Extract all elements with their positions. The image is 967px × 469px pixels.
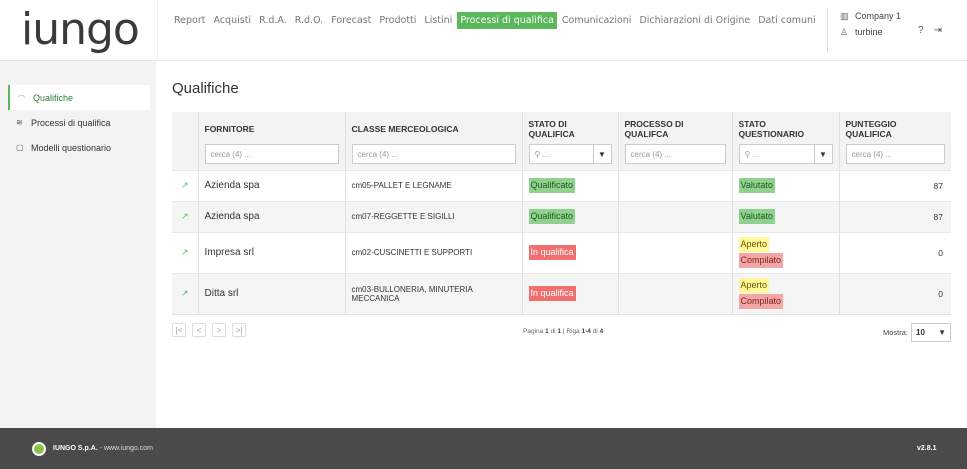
table-row: ↗ Azienda spa cm07-REGGETTE E SIGILLI Qu… (172, 200, 951, 232)
open-link-icon[interactable]: ↗ (181, 288, 189, 298)
nav-item-forecast[interactable]: Forecast (328, 12, 374, 29)
filter-punteggio[interactable]: cerca (4) ... (845, 144, 945, 164)
nav-item-dati-comuni[interactable]: Dati comuni (755, 12, 819, 29)
chevron-down-icon[interactable]: ▼ (813, 145, 832, 163)
cell-process (618, 169, 733, 201)
nav-item-processi-qualifica[interactable]: Processi di qualifica (457, 12, 557, 29)
sidebar-item-processi-qualifica[interactable]: ≋ Processi di qualifica (8, 110, 150, 135)
column-header-fornitore[interactable]: FORNITORE (205, 118, 339, 140)
nav-item-rdo[interactable]: R.d.O. (292, 12, 326, 29)
top-header: iungo Report Acquisti R.d.A. R.d.O. Fore… (0, 0, 967, 61)
qualifications-table: FORNITORE cerca (4) ... CLASSE MERCEOLOG… (172, 112, 951, 315)
questionnaire-badge: Compilato (738, 294, 784, 309)
help-icon[interactable]: ? (918, 25, 924, 36)
app-logo[interactable]: iungo (21, 4, 140, 55)
cell-score: 87 (839, 200, 951, 232)
filter-stato-questionario[interactable]: ⚲ ... ▼ (738, 144, 833, 164)
cell-class: cm02-CUSCINETTI E SUPPORTI (345, 231, 523, 273)
nav-item-report[interactable]: Report (171, 12, 209, 29)
questionnaire-badge: Valutato (738, 178, 775, 193)
nav-item-rda[interactable]: R.d.A. (256, 12, 290, 29)
pagination-info: Pagina 1 di 1 | Riga 1-4 di 4 (523, 328, 604, 335)
link-column-header (172, 112, 199, 170)
cell-supplier: Impresa srl (198, 231, 346, 273)
chevron-down-icon: ▼ (938, 328, 947, 337)
cell-supplier: Azienda spa (198, 200, 346, 232)
column-header-punteggio[interactable]: PUNTEGGIO QUALIFICA (846, 118, 946, 140)
building-icon: ▥ (840, 10, 849, 21)
sidebar-item-modelli-questionario[interactable]: ▢ Modelli questionario (8, 135, 150, 160)
filter-stato-qualifica[interactable]: ⚲ ... ▼ (528, 144, 612, 164)
filter-classe[interactable]: cerca (4) ... (351, 144, 516, 164)
cell-process (618, 200, 733, 232)
cell-class: cm03-BULLONERIA, MINUTERIA MECCANICA (345, 272, 523, 315)
company-selector[interactable]: ▥ Company 1 ♙ turbine (827, 8, 901, 52)
eye-icon: ◠ (18, 93, 25, 102)
status-badge: Qualificato (528, 178, 576, 193)
logout-icon[interactable]: ⇥ (934, 25, 942, 36)
document-icon: ▢ (16, 143, 24, 152)
search-icon: ⚲ (744, 149, 753, 159)
search-icon: ⚲ (534, 149, 543, 159)
cell-score: 87 (839, 169, 951, 201)
cell-supplier: Ditta srl (198, 272, 346, 315)
table-row: ↗ Ditta srl cm03-BULLONERIA, MINUTERIA M… (172, 272, 951, 315)
page-size-selector: Mostra: 10 ▼ (883, 323, 952, 342)
app-version: v2.8.1 (917, 445, 937, 452)
last-page-icon[interactable]: >| (232, 323, 246, 337)
main-nav: Report Acquisti R.d.A. R.d.O. Forecast P… (171, 12, 821, 29)
column-header-stato-questionario[interactable]: STATO QUESTIONARIO (739, 118, 833, 140)
page-size-select[interactable]: 10 ▼ (911, 323, 952, 342)
table-row: ↗ Azienda spa cm05-PALLET E LEGNAME Qual… (172, 169, 951, 201)
user-icon: ♙ (840, 26, 849, 37)
questionnaire-badge: Compilato (738, 253, 784, 268)
cell-class: cm07-REGGETTE E SIGILLI (345, 200, 523, 232)
cell-process (618, 272, 733, 315)
nav-item-comunicazioni[interactable]: Comunicazioni (559, 12, 635, 29)
footer: IUNGO S.p.A. - www.iungo.com v2.8.1 (0, 428, 967, 469)
open-link-icon[interactable]: ↗ (181, 180, 189, 190)
filter-processo[interactable]: cerca (4) ... (624, 144, 726, 164)
open-link-icon[interactable]: ↗ (181, 211, 189, 221)
nav-item-prodotti[interactable]: Prodotti (376, 12, 419, 29)
sidebar-item-qualifiche[interactable]: ◠ Qualifiche (8, 85, 150, 110)
prev-page-icon[interactable]: < (192, 323, 206, 337)
questionnaire-badge: Aperto (738, 278, 770, 293)
cell-class: cm05-PALLET E LEGNAME (345, 169, 523, 201)
footer-logo-icon (32, 442, 46, 456)
sliders-icon: ≋ (16, 118, 23, 127)
table-row: ↗ Impresa srl cm02-CUSCINETTI E SUPPORTI… (172, 231, 951, 273)
company-name: Company 1 (855, 11, 902, 21)
main-content: Qualifiche FORNITORE cerca (4) ... CLASS… (156, 61, 967, 428)
status-badge: In qualifica (528, 245, 576, 260)
cell-process (618, 231, 733, 273)
page-title: Qualifiche (172, 80, 239, 97)
column-header-processo[interactable]: PROCESSO DI QUALIFCA (625, 118, 726, 140)
column-header-classe[interactable]: CLASSE MERCEOLOGICA (352, 118, 516, 140)
cell-supplier: Azienda spa (198, 169, 346, 201)
footer-company: IUNGO S.p.A. - www.iungo.com (53, 445, 153, 452)
first-page-icon[interactable]: |< (172, 323, 186, 337)
questionnaire-badge: Valutato (738, 209, 775, 224)
column-header-stato-qualifica[interactable]: STATO DI QUALIFICA (529, 118, 612, 140)
filter-fornitore[interactable]: cerca (4) ... (204, 144, 339, 164)
cell-score: 0 (839, 272, 951, 315)
status-badge: Qualificato (528, 209, 576, 224)
nav-item-listini[interactable]: Listini (421, 12, 455, 29)
cell-score: 0 (839, 231, 951, 273)
next-page-icon[interactable]: > (212, 323, 226, 337)
sidebar: ◠ Qualifiche ≋ Processi di qualifica ▢ M… (0, 61, 156, 428)
status-badge: In qualifica (528, 286, 576, 301)
questionnaire-badge: Aperto (738, 237, 770, 252)
pagination-controls: |< < > >| (172, 323, 246, 337)
page-size-label: Mostra: (883, 328, 909, 337)
open-link-icon[interactable]: ↗ (181, 247, 189, 257)
nav-item-dichiarazioni[interactable]: Dichiarazioni di Origine (636, 12, 753, 29)
nav-item-acquisti[interactable]: Acquisti (211, 12, 255, 29)
chevron-down-icon[interactable]: ▼ (592, 145, 611, 163)
user-name: turbine (855, 27, 883, 37)
logo-area: iungo (0, 0, 158, 61)
